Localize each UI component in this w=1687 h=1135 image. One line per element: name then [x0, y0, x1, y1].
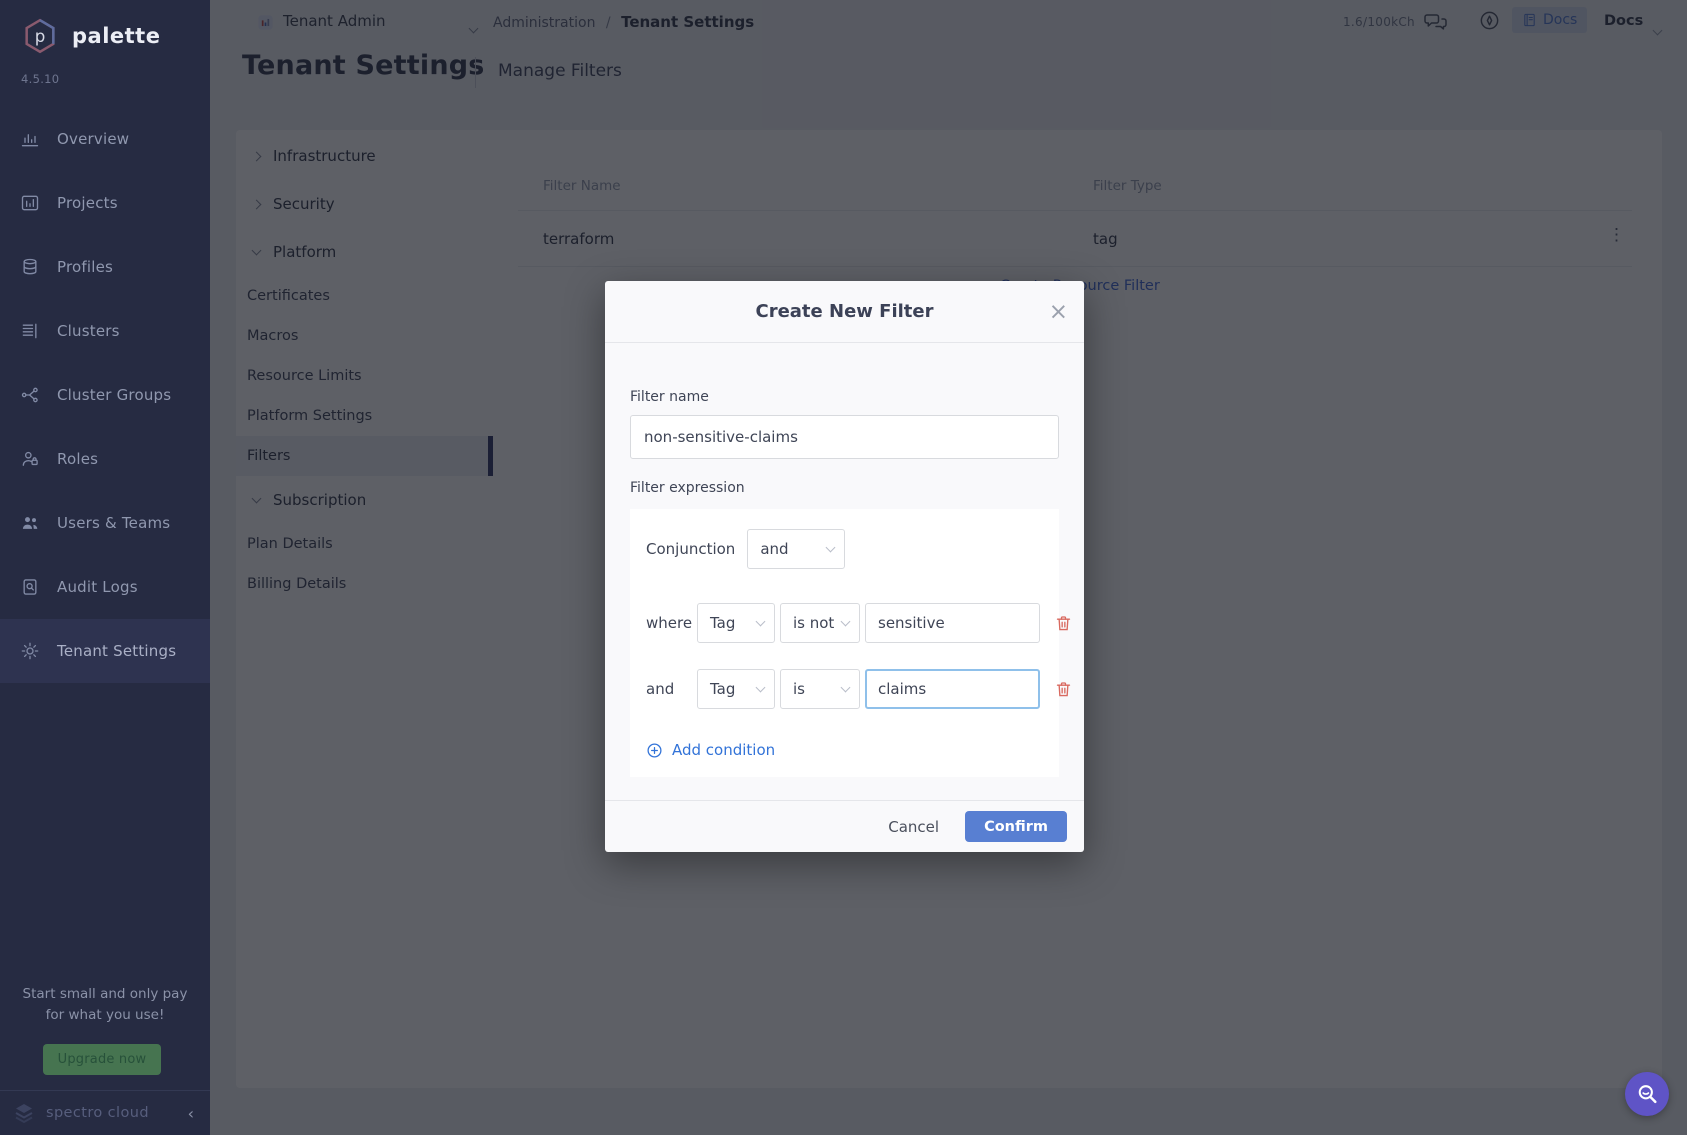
profiles-icon [20, 257, 40, 277]
add-condition-button[interactable]: Add condition [646, 741, 775, 759]
filter-name-input[interactable] [630, 415, 1059, 459]
chevron-down-icon [841, 683, 851, 693]
cluster-groups-icon [20, 385, 40, 405]
audit-logs-icon [20, 577, 40, 597]
delete-condition-trash-icon[interactable] [1054, 614, 1073, 633]
svg-text:p: p [35, 27, 46, 46]
sidebar-nav: Overview Projects Profiles Clusters Clus… [0, 107, 210, 683]
app-logo: p palette [0, 0, 210, 56]
expression-panel: Conjunction and where Tag is not [630, 509, 1059, 777]
modal-footer: Cancel Confirm [605, 800, 1084, 852]
sidebar-item-cluster-groups[interactable]: Cluster Groups [0, 363, 210, 427]
delete-condition-trash-icon[interactable] [1054, 680, 1073, 699]
overview-icon [20, 129, 40, 149]
users-teams-icon [20, 513, 40, 533]
sidebar: p palette 4.5.10 Overview Projects Profi… [0, 0, 210, 1135]
spectro-cloud-logo-icon [12, 1101, 36, 1125]
plus-circle-icon [646, 742, 663, 759]
sidebar-footer: spectro cloud ‹ [0, 1090, 210, 1135]
app-version: 4.5.10 [0, 56, 210, 86]
roles-icon [20, 449, 40, 469]
conjunction-select[interactable]: and [747, 529, 845, 569]
create-filter-modal: Create New Filter × Filter name Filter e… [605, 281, 1084, 852]
sidebar-item-users-teams[interactable]: Users & Teams [0, 491, 210, 555]
app-name: palette [72, 24, 160, 48]
sidebar-item-overview[interactable]: Overview [0, 107, 210, 171]
search-help-button[interactable] [1625, 1072, 1669, 1116]
gear-icon [20, 641, 40, 661]
confirm-button[interactable]: Confirm [965, 811, 1067, 842]
collapse-sidebar-icon[interactable]: ‹ [188, 1104, 194, 1123]
sidebar-item-profiles[interactable]: Profiles [0, 235, 210, 299]
palette-logo-icon: p [20, 16, 60, 56]
conjunction-row: Conjunction and [646, 529, 1049, 569]
chevron-down-icon [826, 543, 836, 553]
condition-value-input-focused[interactable] [865, 669, 1040, 709]
condition-operator-select[interactable]: is [780, 669, 860, 709]
projects-icon [20, 193, 40, 213]
sidebar-item-projects[interactable]: Projects [0, 171, 210, 235]
condition-operator-select[interactable]: is not [780, 603, 860, 643]
sidebar-item-clusters[interactable]: Clusters [0, 299, 210, 363]
condition-row: where Tag is not [646, 603, 1049, 643]
sidebar-item-tenant-settings[interactable]: Tenant Settings [0, 619, 210, 683]
cancel-button[interactable]: Cancel [888, 818, 939, 836]
chevron-down-icon [756, 617, 766, 627]
modal-body: Filter name Filter expression Conjunctio… [605, 343, 1084, 777]
condition-row: and Tag is [646, 669, 1049, 709]
upgrade-promo-text: Start small and only pay for what you us… [0, 984, 210, 1026]
close-icon[interactable]: × [1049, 281, 1068, 343]
upgrade-now-button[interactable]: Upgrade now [43, 1044, 161, 1075]
condition-field-select[interactable]: Tag [697, 669, 775, 709]
clusters-icon [20, 321, 40, 341]
filter-expression-label: Filter expression [630, 459, 1059, 496]
modal-header: Create New Filter × [605, 281, 1084, 343]
conjunction-label: Conjunction [646, 540, 735, 558]
brand-name: spectro cloud [46, 1105, 149, 1121]
condition-prefix: where [646, 614, 692, 632]
chevron-down-icon [841, 617, 851, 627]
sidebar-item-roles[interactable]: Roles [0, 427, 210, 491]
condition-field-select[interactable]: Tag [697, 603, 775, 643]
condition-prefix: and [646, 680, 692, 698]
filter-name-label: Filter name [630, 343, 1059, 405]
magnifier-icon [1634, 1081, 1661, 1108]
condition-value-input[interactable] [865, 603, 1040, 643]
chevron-down-icon [756, 683, 766, 693]
modal-title: Create New Filter [755, 301, 933, 322]
sidebar-item-audit-logs[interactable]: Audit Logs [0, 555, 210, 619]
